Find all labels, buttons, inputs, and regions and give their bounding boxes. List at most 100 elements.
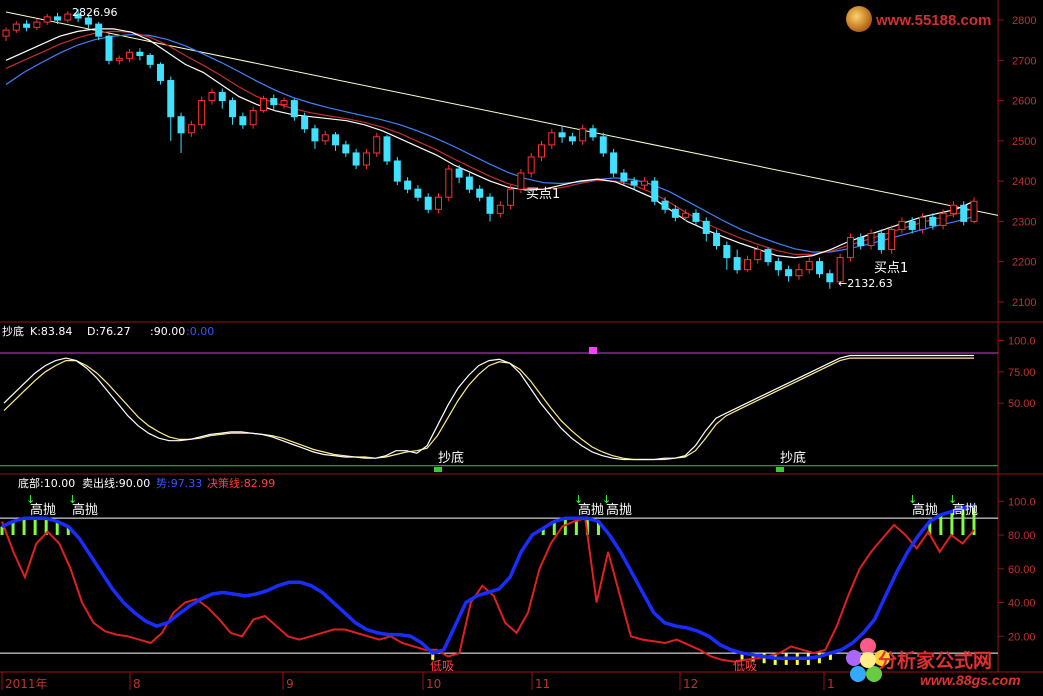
price-high-label: 2826.96 [72, 6, 118, 19]
candle-body [939, 212, 947, 226]
candle-body [630, 180, 638, 186]
candle-body [43, 16, 51, 23]
sell-signal-label: 高抛 [72, 502, 98, 518]
candle-body [908, 220, 916, 230]
candle-body [311, 128, 319, 142]
watermark-logo-icon [846, 6, 872, 32]
candle-body [435, 196, 443, 210]
trend-line-blue [1, 504, 975, 660]
candle-body [743, 259, 751, 271]
candle-body [187, 124, 195, 134]
stock-chart[interactable]: 2800 2700 2600 2500 2400 2300 2200 2100 2826.96 ←… [0, 0, 1043, 696]
candle-body [610, 152, 618, 174]
candle-body [640, 180, 648, 186]
bottom-signal-label: 抄底 [780, 450, 806, 466]
candle-body [671, 208, 679, 218]
signal-trend-value: 势:97.33 [156, 477, 202, 490]
x-tick-label: 12 [683, 677, 698, 691]
candle-body [620, 172, 628, 182]
candle-body [167, 79, 175, 118]
x-tick-label: 8 [133, 677, 141, 691]
candle-body [857, 236, 865, 247]
candle-body [599, 136, 607, 154]
y-tick-label: 75.00 [1008, 367, 1036, 379]
x-tick-label: 9 [286, 677, 294, 691]
candle-body [177, 116, 185, 134]
decision-line [1, 516, 975, 663]
candle-body [445, 168, 453, 198]
candle-body [373, 136, 381, 154]
candle-body [53, 16, 61, 21]
candle-body [208, 92, 216, 102]
candle-body [218, 92, 226, 102]
candle-body [239, 116, 247, 126]
candle-body [393, 160, 401, 182]
candle-body [486, 196, 494, 214]
signal-bottom-value: 底部:10.00 [18, 476, 75, 490]
top-signal-marker [589, 347, 597, 354]
candle-body [517, 172, 525, 190]
kd-level-0: :0.00 [186, 325, 214, 338]
bottom-signal-label: 抄底 [438, 450, 464, 466]
buy-signal-label: 低吸 [733, 659, 757, 673]
y-tick-label: 100.0 [1008, 496, 1036, 508]
candle-body [589, 128, 597, 138]
candle-body [651, 180, 659, 202]
candle-body [970, 200, 978, 222]
candle-body [795, 269, 803, 277]
candle-body [805, 261, 813, 271]
candle-body [146, 55, 154, 65]
candle-body [898, 220, 906, 230]
signal-sell-value: 卖出线:90.00 [82, 476, 150, 490]
candle-body [136, 51, 144, 57]
y-tick-label: 2600 [1012, 96, 1036, 108]
candle-body [507, 188, 515, 206]
candle-body [2, 29, 10, 37]
candle-body [816, 261, 824, 275]
y-tick-label: 40.00 [1008, 598, 1036, 610]
candle-body [105, 35, 113, 61]
candle-body [764, 249, 772, 263]
kd-d-value: D:76.27 [87, 325, 131, 338]
y-tick-label: 2500 [1012, 136, 1036, 148]
candle-body [465, 176, 473, 190]
candle-body [95, 23, 103, 37]
candle-body [929, 216, 937, 226]
candle-body [661, 200, 669, 210]
candle-body [290, 100, 298, 118]
candle-body [919, 216, 927, 230]
candle-body [270, 98, 278, 106]
buy-signal-label: 低吸 [430, 659, 454, 673]
y-tick-label: 2400 [1012, 176, 1036, 188]
candle-body [301, 116, 309, 130]
kd-line-K [3, 354, 974, 461]
candle-body [568, 136, 576, 142]
candle-body [383, 136, 391, 162]
candle-body [12, 23, 20, 31]
candle-body [826, 273, 834, 283]
y-tick-label: 100.0 [1008, 336, 1036, 348]
y-tick-label: 80.00 [1008, 530, 1036, 542]
y-tick-label: 2800 [1012, 15, 1036, 27]
candle-body [527, 156, 535, 174]
y-tick-label: 2300 [1012, 216, 1036, 228]
price-low-label: ←2132.63 [838, 277, 893, 290]
candle-body [558, 132, 566, 138]
candle-body [682, 212, 690, 218]
candle-body [867, 232, 875, 247]
bottom-signal-marker [776, 467, 784, 472]
candle-body [126, 51, 134, 59]
bottom-signal-marker [434, 467, 442, 472]
y-tick-label: 60.00 [1008, 564, 1036, 576]
candle-body [352, 152, 360, 166]
y-tick-label: 2700 [1012, 55, 1036, 67]
kd-level-90: :90.00 [150, 325, 185, 338]
candle-body [404, 180, 412, 190]
y-tick-label: 2100 [1012, 297, 1036, 309]
kd-name: 抄底 [2, 324, 24, 338]
candle-body [64, 13, 72, 21]
buy-point-label: 买点1 [526, 187, 560, 202]
candle-body [548, 132, 556, 146]
sell-signal-label: 高抛 [578, 502, 604, 518]
x-tick-label: 11 [535, 677, 550, 691]
